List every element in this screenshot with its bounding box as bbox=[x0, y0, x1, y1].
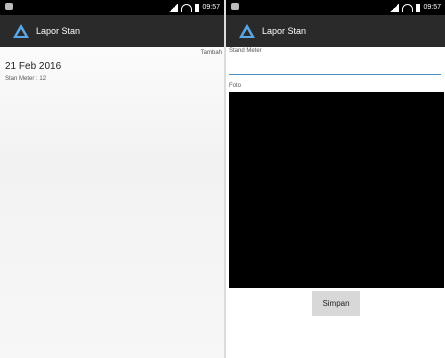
stand-meter-input[interactable] bbox=[229, 60, 441, 75]
app-logo-icon bbox=[239, 24, 255, 38]
status-icons: 09:57 bbox=[169, 3, 220, 12]
status-time: 09:57 bbox=[202, 4, 220, 11]
stand-meter-label: Stand Meter bbox=[229, 48, 262, 54]
photo-preview[interactable] bbox=[229, 92, 444, 288]
simpan-button[interactable]: Simpan bbox=[312, 291, 360, 316]
app-title: Lapor Stan bbox=[36, 26, 81, 36]
signal-icon bbox=[169, 3, 179, 12]
battery-icon bbox=[195, 3, 200, 12]
status-time: 09:57 bbox=[423, 4, 441, 11]
notification-icon bbox=[5, 3, 13, 10]
status-bar: 09:57 bbox=[0, 0, 224, 15]
foto-label: Foto bbox=[229, 83, 242, 89]
tambah-button[interactable]: Tambah bbox=[201, 50, 222, 56]
signal-icon bbox=[390, 3, 400, 12]
notification-icon bbox=[231, 3, 239, 10]
meter-value: 12 bbox=[39, 76, 47, 82]
list-screen: 09:57 Lapor Stan Tambah 21 Feb 2016 Stan… bbox=[0, 0, 224, 358]
status-icons: 09:57 bbox=[390, 3, 441, 12]
status-bar: 09:57 bbox=[226, 0, 445, 15]
entry-meter: Stan Meter : 12 bbox=[5, 76, 46, 82]
meter-label: Stan Meter : bbox=[5, 76, 38, 82]
wifi-icon bbox=[181, 3, 193, 12]
app-logo-icon bbox=[13, 24, 29, 38]
app-title: Lapor Stan bbox=[262, 26, 307, 36]
battery-icon bbox=[416, 3, 421, 12]
wifi-icon bbox=[402, 3, 414, 12]
action-bar: Lapor Stan bbox=[226, 15, 445, 47]
action-bar: Lapor Stan bbox=[0, 15, 224, 47]
form-screen: 09:57 Lapor Stan Stand Meter Foto Simpan bbox=[226, 0, 445, 358]
entry-date: 21 Feb 2016 bbox=[5, 61, 62, 72]
